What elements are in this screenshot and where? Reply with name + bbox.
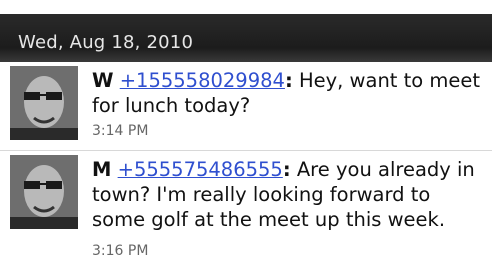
sender-colon: : — [282, 158, 291, 181]
message-timestamp: 3:14 PM — [92, 123, 149, 139]
sender-phone-link[interactable]: +555575486555 — [118, 158, 283, 181]
message-thread-screen: Wed, Aug 18, 2010 W +155558029984: Hey, … — [0, 0, 492, 260]
contact-avatar[interactable] — [10, 155, 78, 229]
sender-initial: M — [92, 158, 112, 181]
date-header: Wed, Aug 18, 2010 — [0, 0, 492, 62]
message-body: M +555575486555: Are you already in town… — [92, 157, 488, 232]
sender-initial: W — [92, 69, 114, 92]
message-item[interactable]: M +555575486555: Are you already in town… — [0, 151, 492, 260]
contact-avatar[interactable] — [10, 66, 78, 140]
sender-phone-link[interactable]: +155558029984 — [120, 69, 285, 92]
avatar-photo-icon — [10, 66, 78, 140]
message-item[interactable]: W +155558029984: Hey, want to meet for l… — [0, 62, 492, 150]
sender-colon: : — [284, 69, 293, 92]
date-header-label: Wed, Aug 18, 2010 — [18, 32, 194, 53]
message-body: W +155558029984: Hey, want to meet for l… — [92, 68, 488, 118]
message-timestamp: 3:16 PM — [92, 243, 149, 259]
avatar-photo-icon — [10, 155, 78, 229]
